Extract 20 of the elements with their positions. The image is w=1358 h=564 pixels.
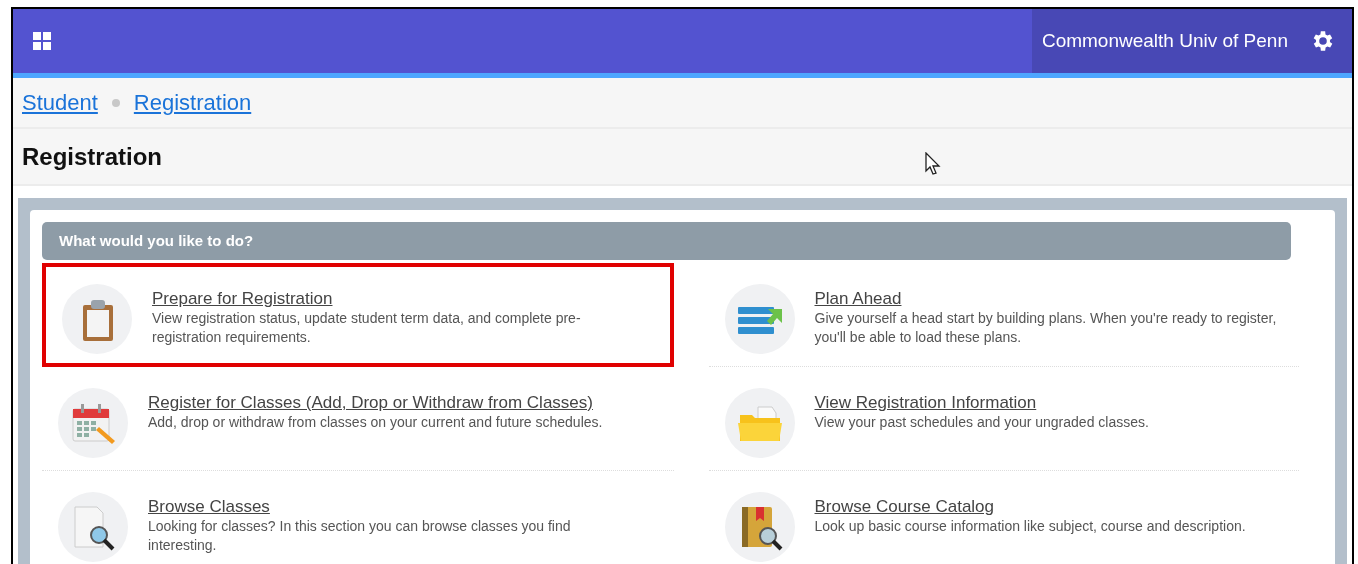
option-description: View registration status, update student term data, and complete pre-registration requirements. bbox=[152, 309, 582, 347]
option-link[interactable]: Browse Course Catalog bbox=[814, 497, 995, 517]
breadcrumb-link[interactable]: Student bbox=[22, 86, 98, 119]
option-link[interactable]: View Registration Information bbox=[814, 393, 1037, 413]
option-link[interactable]: Register for Classes (Add, Drop or Withdraw from Classes) bbox=[148, 393, 593, 413]
grid-icon bbox=[33, 32, 51, 50]
option-description: Add, drop or withdraw from classes on your current and future schedules. bbox=[148, 413, 604, 432]
page-title: Registration bbox=[22, 141, 162, 172]
option-description: Give yourself a head start by building plans. When you're ready to register, you'll be able to load these plans. bbox=[814, 309, 1278, 347]
breadcrumb-separator bbox=[111, 98, 120, 107]
panel-heading: What would you like to do? bbox=[42, 222, 1291, 260]
option-description: View your past schedules and your ungraded classes. bbox=[814, 413, 1150, 432]
option-link[interactable]: Browse Classes bbox=[148, 497, 270, 517]
institution-name: Commonwealth Univ of Penn bbox=[1041, 28, 1288, 53]
option-link[interactable]: Prepare for Registration bbox=[152, 289, 333, 309]
option-description: Looking for classes? In this section you can browse classes you find interesting. bbox=[148, 517, 572, 555]
option-description: Look up basic course information like subject, course and description. bbox=[814, 517, 1247, 536]
option-link[interactable]: Plan Ahead bbox=[814, 289, 902, 309]
mouse-pointer-icon bbox=[925, 152, 941, 176]
breadcrumb-link[interactable]: Registration bbox=[133, 86, 252, 119]
